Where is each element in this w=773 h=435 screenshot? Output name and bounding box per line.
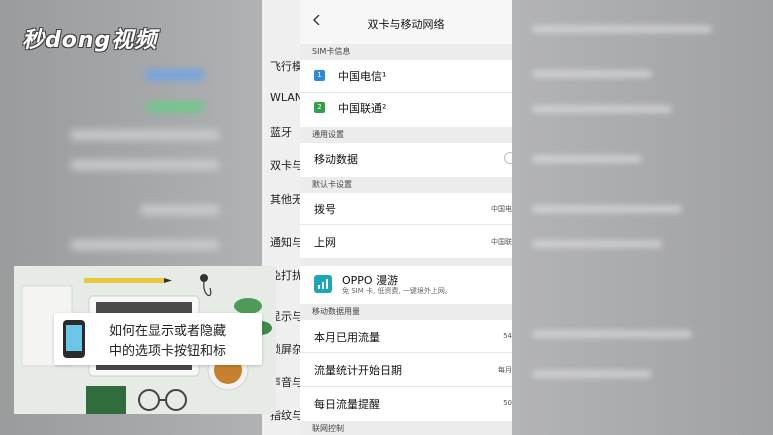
header: 双卡与移动网络: [300, 0, 512, 44]
caption-line-1: 如何在显示或者隐藏: [109, 324, 227, 339]
sim-row-1[interactable]: 1 中国电信¹: [300, 60, 512, 92]
blur-bar: [145, 70, 205, 80]
mobile-data-toggle[interactable]: [504, 152, 512, 164]
stats-start-value: 每月: [498, 366, 512, 374]
dial-label: 拨号: [314, 203, 336, 216]
settings-item[interactable]: 其他无: [270, 191, 300, 207]
stats-start-row[interactable]: 流量统计开始日期 每月: [300, 353, 512, 386]
month-usage-row[interactable]: 本月已用流量 54: [300, 320, 512, 352]
settings-item[interactable]: WLAN: [270, 91, 300, 104]
daily-alert-label: 每日流量提醒: [314, 398, 380, 411]
tutorial-overlay: 如何在显示或者隐藏 中的选项卡按钮和标: [14, 266, 276, 414]
section-spacer: [300, 258, 512, 266]
month-usage-label: 本月已用流量: [314, 331, 380, 344]
dial-value: 中国电: [491, 205, 512, 213]
background-right: [512, 0, 773, 435]
sim-name: 中国电信¹: [338, 70, 387, 83]
internet-value: 中国联: [491, 238, 512, 246]
settings-item[interactable]: 通知与: [270, 234, 300, 250]
section-general: 通用设置: [300, 127, 512, 143]
roaming-subtitle: 免 SIM 卡, 低资费, 一键境外上网。: [342, 287, 452, 295]
section-network-control: 联网控制: [300, 421, 512, 435]
sim-card-icon: 1: [314, 70, 325, 81]
month-usage-value: 54: [503, 332, 512, 340]
dial-row[interactable]: 拨号 中国电: [300, 193, 512, 224]
blur-bar: [70, 130, 220, 140]
internet-label: 上网: [314, 236, 336, 249]
roaming-icon: [314, 275, 332, 293]
caption-line-2: 中的选项卡按钮和标: [109, 344, 227, 359]
sim-row-2[interactable]: 2 中国联通²: [300, 93, 512, 124]
sim-card-icon: 2: [314, 102, 325, 113]
mobile-data-row[interactable]: 移动数据: [300, 143, 512, 174]
daily-alert-value: 50: [503, 399, 512, 407]
settings-item[interactable]: 飞行模: [270, 58, 300, 74]
blur-bar: [70, 160, 220, 170]
section-sim-info: SIM卡信息: [300, 44, 512, 60]
blur-bar: [140, 205, 220, 215]
section-data-usage: 移动数据用量: [300, 304, 512, 320]
settings-item[interactable]: 双卡与: [270, 157, 300, 173]
section-default-card: 默认卡设置: [300, 177, 512, 193]
stats-start-label: 流量统计开始日期: [314, 364, 402, 377]
blur-bar: [70, 240, 220, 250]
internet-row[interactable]: 上网 中国联: [300, 225, 512, 258]
sim-name: 中国联通²: [338, 102, 387, 115]
caption-box: 如何在显示或者隐藏 中的选项卡按钮和标: [54, 313, 262, 365]
blur-bar: [145, 102, 205, 112]
watermark-logo: 秒dong视频: [22, 28, 158, 53]
mobile-data-label: 移动数据: [314, 153, 358, 166]
page-title: 双卡与移动网络: [367, 18, 445, 31]
dual-sim-settings-panel: 双卡与移动网络 SIM卡信息 1 中国电信¹ 2 中国联通² 通用设置 移动数据…: [300, 0, 512, 435]
settings-item[interactable]: 蓝牙: [270, 124, 292, 140]
phone-icon: [63, 320, 85, 358]
daily-alert-row[interactable]: 每日流量提醒 50: [300, 387, 512, 420]
